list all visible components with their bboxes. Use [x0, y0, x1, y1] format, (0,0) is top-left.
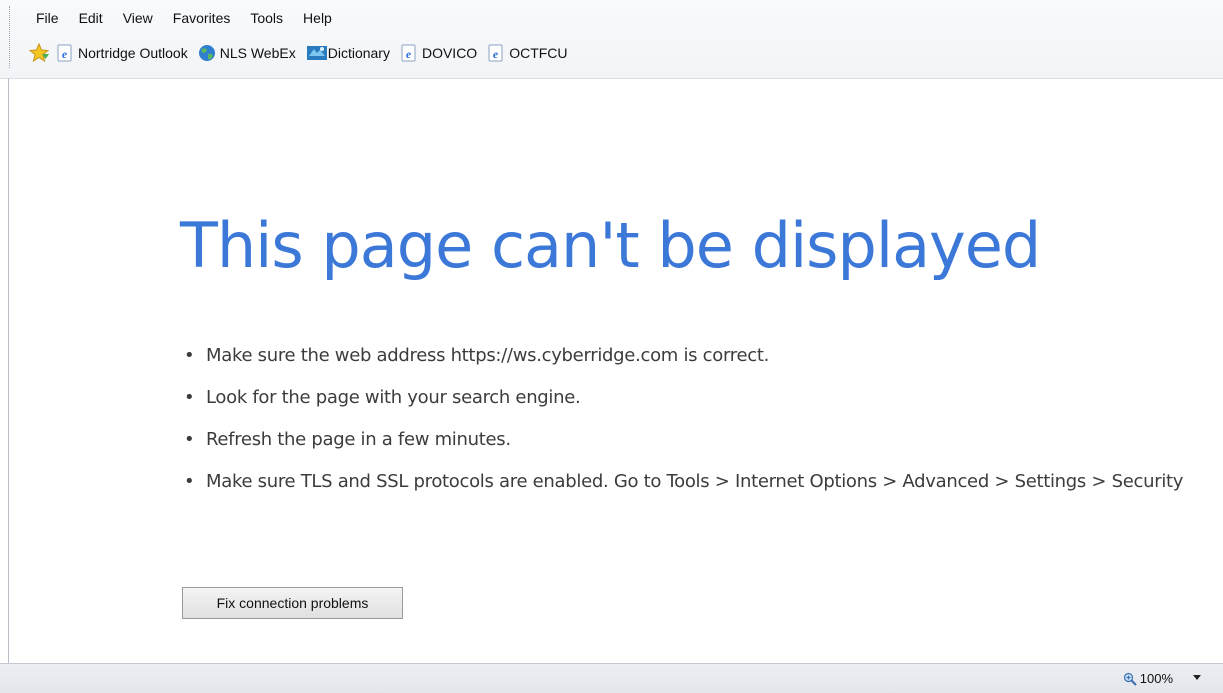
fix-connection-problems-button[interactable]: Fix connection problems — [182, 587, 403, 619]
favorite-link-label: OCTFCU — [509, 45, 568, 61]
favorite-link-label: DOVICO — [421, 45, 478, 61]
menu-help[interactable]: Help — [303, 6, 332, 30]
favorite-link-nls-webex[interactable]: NLS WebEx — [198, 44, 296, 62]
tip-text: Make sure TLS and SSL protocols are enab… — [206, 471, 1184, 492]
list-item: • Make sure TLS and SSL protocols are en… — [184, 466, 1204, 498]
list-item: • Look for the page with your search eng… — [184, 382, 1204, 414]
browser-toolbar: File Edit View Favorites Tools Help e No… — [0, 0, 1223, 79]
ie-page-icon: e — [56, 44, 74, 62]
favorite-link-label: Dictionary — [327, 45, 390, 61]
tip-text: Refresh the page in a few minutes. — [206, 429, 511, 450]
svg-text:e: e — [62, 47, 68, 61]
favorite-link-label: NLS WebEx — [219, 45, 296, 61]
ie-page-icon: e — [487, 44, 505, 62]
bullet-icon: • — [184, 387, 195, 408]
menu-bar: File Edit View Favorites Tools Help — [36, 6, 352, 30]
favorite-link-nortridge-outlook[interactable]: e Nortridge Outlook — [56, 44, 188, 62]
chevron-down-icon[interactable] — [1193, 675, 1201, 680]
favorite-link-octfcu[interactable]: e OCTFCU — [487, 44, 568, 62]
globe-icon — [198, 44, 216, 62]
zoom-level: 100% — [1139, 671, 1173, 686]
menu-edit[interactable]: Edit — [79, 6, 103, 30]
menu-tools[interactable]: Tools — [250, 6, 283, 30]
menu-file[interactable]: File — [36, 6, 59, 30]
svg-text:e: e — [493, 47, 499, 61]
favorites-star-icon[interactable] — [28, 42, 50, 64]
browser-window: File Edit View Favorites Tools Help e No… — [0, 0, 1223, 693]
svg-text:e: e — [406, 47, 412, 61]
status-bar: 100% — [0, 663, 1223, 693]
page-title: This page can't be displayed — [180, 209, 1041, 282]
ie-page-icon: e — [400, 44, 418, 62]
favorite-link-dictionary[interactable]: Dictionary — [306, 44, 390, 62]
favorite-link-label: Nortridge Outlook — [78, 45, 188, 61]
bullet-icon: • — [184, 471, 195, 492]
dictionary-icon — [306, 44, 327, 62]
menu-favorites[interactable]: Favorites — [173, 6, 231, 30]
tip-text: Make sure the web address https://ws.cyb… — [206, 345, 770, 366]
list-item: • Make sure the web address https://ws.c… — [184, 340, 1204, 372]
error-page-content: This page can't be displayed • Make sure… — [0, 78, 1223, 663]
bullet-icon: • — [184, 429, 195, 450]
bullet-icon: • — [184, 345, 195, 366]
zoom-control[interactable]: 100% — [1123, 671, 1173, 686]
list-item: • Refresh the page in a few minutes. — [184, 424, 1204, 456]
tip-text: Look for the page with your search engin… — [206, 387, 581, 408]
zoom-magnifier-icon — [1123, 672, 1137, 686]
menu-view[interactable]: View — [123, 6, 153, 30]
favorites-bar: e Nortridge Outlook NLS WebEx Dictionary… — [28, 40, 578, 66]
favorite-link-dovico[interactable]: e DOVICO — [400, 44, 477, 62]
troubleshooting-tips-list: • Make sure the web address https://ws.c… — [184, 340, 1204, 508]
